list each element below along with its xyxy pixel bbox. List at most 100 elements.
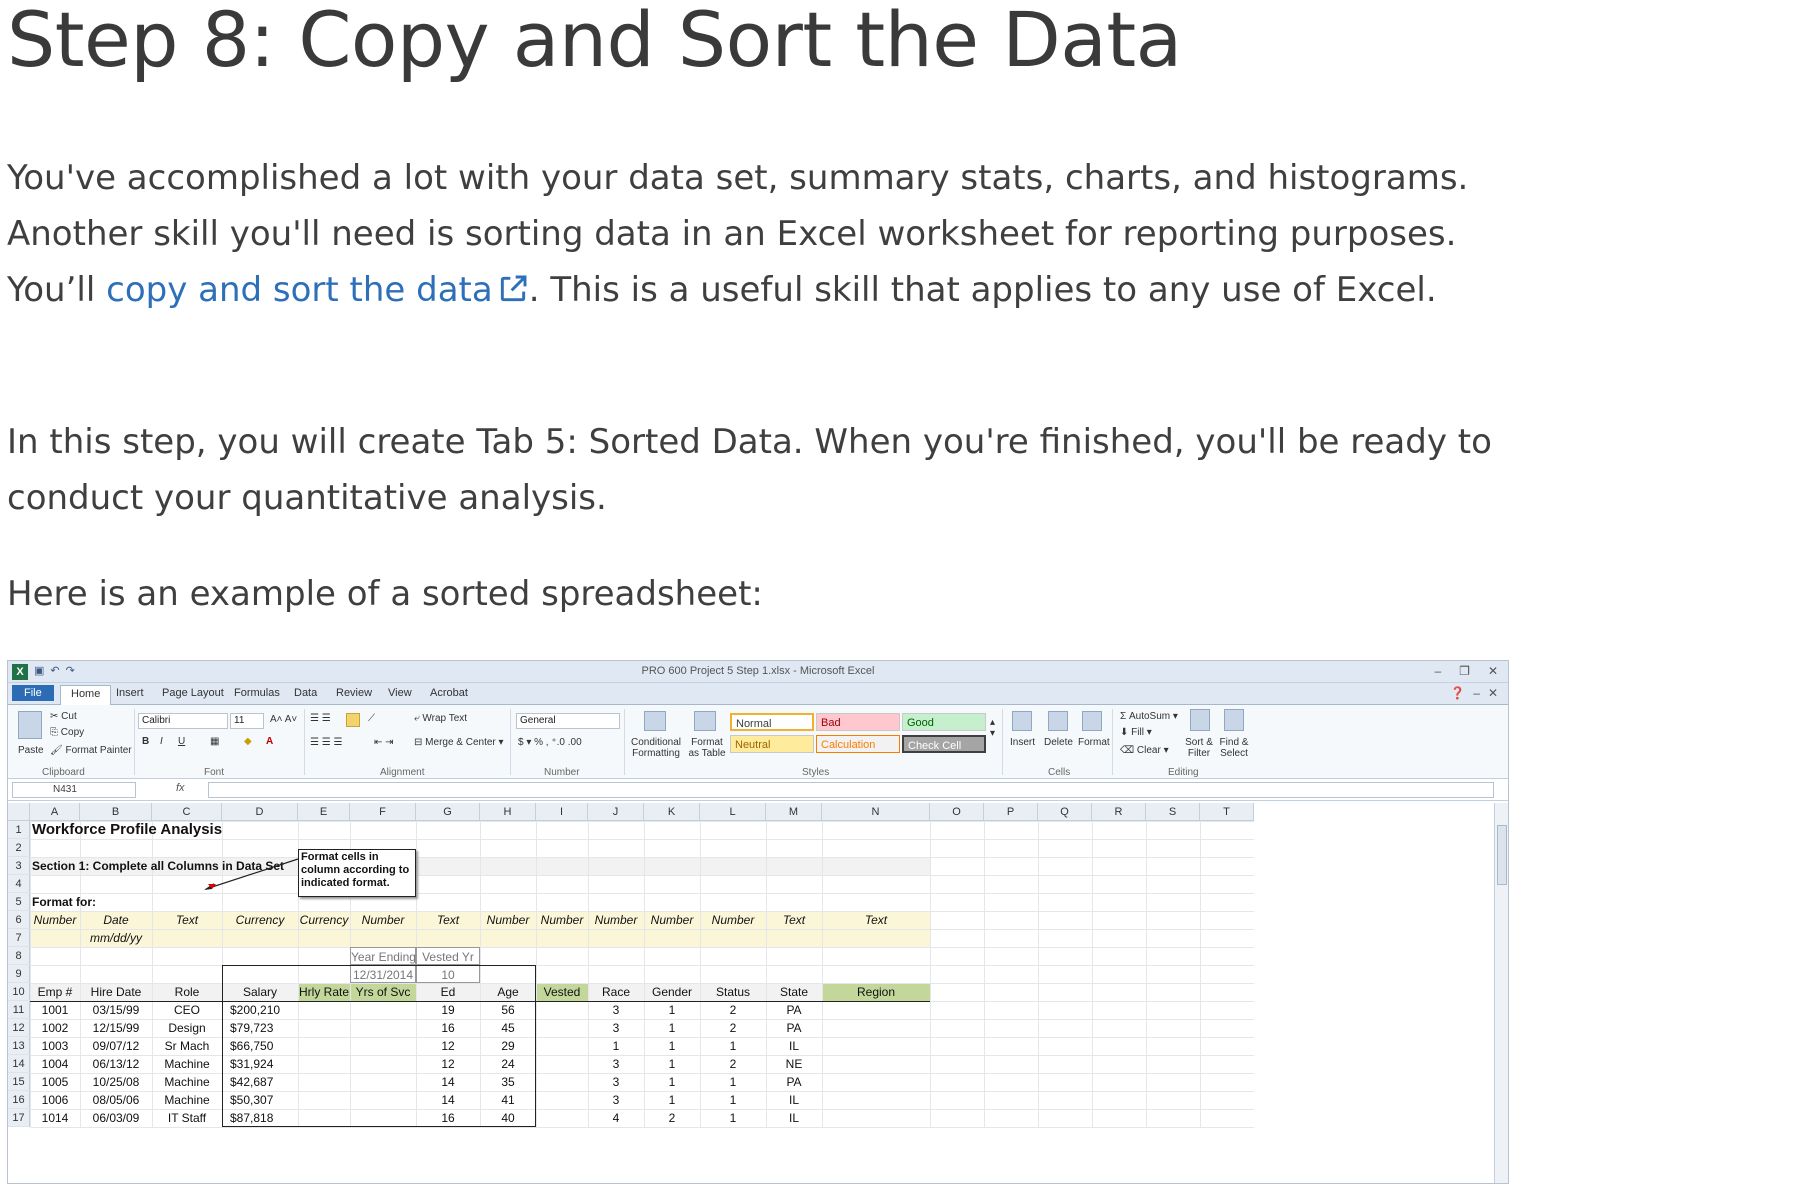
data-cell[interactable]: PA — [766, 1001, 822, 1019]
data-cell[interactable]: $42,687 — [222, 1073, 298, 1091]
column-header-o[interactable]: O — [930, 803, 984, 821]
format-cells-icon[interactable] — [1082, 711, 1102, 731]
data-cell[interactable]: 1 — [644, 1055, 700, 1073]
data-cell[interactable]: 19 — [416, 1001, 480, 1019]
italic-icon[interactable]: I — [160, 736, 163, 747]
data-cell[interactable]: 1 — [644, 1019, 700, 1037]
find-select-button[interactable]: Find & Select — [1216, 737, 1252, 759]
orientation-icon[interactable]: ⟋ — [368, 713, 375, 724]
delete-cells-button[interactable]: Delete — [1044, 737, 1073, 748]
row-header-11[interactable]: 11 — [8, 1001, 30, 1019]
row-header-1[interactable]: 1 — [8, 821, 30, 839]
data-cell[interactable]: 2 — [700, 1001, 766, 1019]
data-cell[interactable]: 24 — [480, 1055, 536, 1073]
formula-input[interactable] — [208, 782, 1494, 798]
fx-icon[interactable]: fx — [176, 782, 185, 794]
column-header-d[interactable]: D — [222, 803, 298, 821]
row-header-7[interactable]: 7 — [8, 929, 30, 947]
column-header-j[interactable]: J — [588, 803, 644, 821]
format-cells-button[interactable]: Format — [1078, 737, 1110, 748]
align-top-icon[interactable]: ☰ ☰ — [310, 713, 331, 724]
style-calculation[interactable]: Calculation — [816, 735, 900, 753]
data-cell[interactable]: $200,210 — [222, 1001, 298, 1019]
data-cell[interactable]: 1 — [700, 1091, 766, 1109]
wrap-text-button[interactable]: ⤶ Wrap Text — [414, 713, 467, 724]
style-normal[interactable]: Normal — [730, 713, 814, 731]
paste-button[interactable]: Paste — [18, 745, 44, 756]
delete-cells-icon[interactable] — [1048, 711, 1068, 731]
data-cell[interactable]: 2 — [700, 1019, 766, 1037]
data-cell[interactable]: 12 — [416, 1037, 480, 1055]
conditional-formatting-icon[interactable] — [644, 711, 666, 731]
column-header-b[interactable]: B — [80, 803, 152, 821]
align-middle-icon[interactable] — [346, 713, 360, 727]
bold-icon[interactable]: B — [142, 736, 149, 747]
row-header-10[interactable]: 10 — [8, 983, 30, 1001]
style-check-cell[interactable]: Check Cell — [902, 735, 986, 753]
data-cell[interactable]: 3 — [588, 1019, 644, 1037]
column-header-c[interactable]: C — [152, 803, 222, 821]
data-cell[interactable]: 35 — [480, 1073, 536, 1091]
data-cell[interactable]: Machine — [152, 1055, 222, 1073]
ribbon-minimize-icon[interactable]: – — [1473, 686, 1480, 700]
data-cell[interactable]: 1 — [700, 1037, 766, 1055]
copy-button[interactable]: ⎘ Copy — [50, 727, 84, 738]
tab-review[interactable]: Review — [336, 687, 372, 699]
external-link-icon[interactable] — [497, 273, 529, 305]
row-header-16[interactable]: 16 — [8, 1091, 30, 1109]
data-cell[interactable]: 29 — [480, 1037, 536, 1055]
tab-data[interactable]: Data — [294, 687, 317, 699]
data-cell[interactable]: 41 — [480, 1091, 536, 1109]
data-cell[interactable]: 14 — [416, 1073, 480, 1091]
data-cell[interactable]: 14 — [416, 1091, 480, 1109]
data-cell[interactable]: Design — [152, 1019, 222, 1037]
data-cell[interactable]: 12/15/99 — [80, 1019, 152, 1037]
paste-icon[interactable] — [18, 711, 42, 739]
style-neutral[interactable]: Neutral — [730, 735, 814, 753]
grow-font-icon[interactable]: A˄ A˅ — [270, 714, 297, 725]
data-cell[interactable]: 1 — [644, 1037, 700, 1055]
column-header-r[interactable]: R — [1092, 803, 1146, 821]
cut-button[interactable]: ✂ Cut — [50, 711, 77, 722]
data-cell[interactable]: Machine — [152, 1073, 222, 1091]
tab-formulas[interactable]: Formulas — [234, 687, 280, 699]
data-cell[interactable]: 1 — [644, 1001, 700, 1019]
copy-sort-data-link-text[interactable]: copy and sort the data — [106, 270, 493, 310]
sort-filter-icon[interactable] — [1190, 709, 1210, 731]
data-cell[interactable]: 16 — [416, 1109, 480, 1127]
row-header-5[interactable]: 5 — [8, 893, 30, 911]
find-select-icon[interactable] — [1224, 709, 1244, 731]
merge-center-button[interactable]: ⊟ Merge & Center ▾ — [414, 737, 504, 748]
row-header-15[interactable]: 15 — [8, 1073, 30, 1091]
column-header-m[interactable]: M — [766, 803, 822, 821]
data-cell[interactable]: 1 — [700, 1073, 766, 1091]
column-header-p[interactable]: P — [984, 803, 1038, 821]
data-cell[interactable]: 45 — [480, 1019, 536, 1037]
minimize-icon[interactable]: – — [1434, 664, 1441, 678]
column-header-g[interactable]: G — [416, 803, 480, 821]
name-box[interactable]: N431 — [12, 782, 136, 798]
row-header-14[interactable]: 14 — [8, 1055, 30, 1073]
row-header-2[interactable]: 2 — [8, 839, 30, 857]
ribbon-close-icon[interactable]: ✕ — [1488, 686, 1498, 700]
format-as-table-icon[interactable] — [694, 711, 716, 731]
select-all-corner[interactable] — [8, 803, 30, 821]
data-cell[interactable]: 3 — [588, 1091, 644, 1109]
data-cell[interactable]: 08/05/06 — [80, 1091, 152, 1109]
column-header-s[interactable]: S — [1146, 803, 1200, 821]
data-cell[interactable]: $31,924 — [222, 1055, 298, 1073]
data-cell[interactable]: 4 — [588, 1109, 644, 1127]
data-cell[interactable]: IL — [766, 1037, 822, 1055]
data-cell[interactable]: $50,307 — [222, 1091, 298, 1109]
column-header-k[interactable]: K — [644, 803, 700, 821]
column-header-q[interactable]: Q — [1038, 803, 1092, 821]
data-cell[interactable]: 1 — [644, 1073, 700, 1091]
style-good[interactable]: Good — [902, 713, 986, 731]
format-painter-button[interactable]: 🖌 Format Painter — [50, 745, 132, 756]
data-cell[interactable]: 1006 — [30, 1091, 80, 1109]
tab-view[interactable]: View — [388, 687, 412, 699]
data-cell[interactable]: PA — [766, 1073, 822, 1091]
data-cell[interactable]: 1 — [588, 1037, 644, 1055]
row-header-8[interactable]: 8 — [8, 947, 30, 965]
data-cell[interactable]: 2 — [644, 1109, 700, 1127]
